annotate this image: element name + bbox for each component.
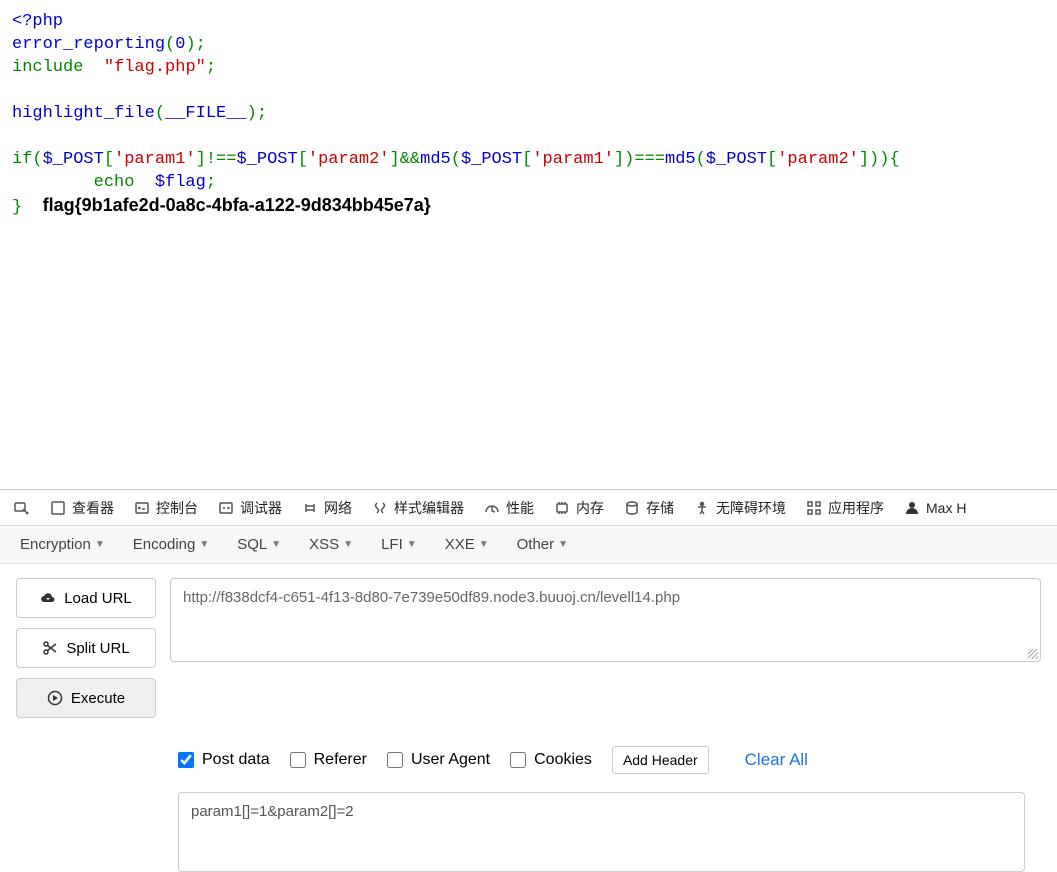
cloud-download-icon [40,590,56,606]
dd-encoding[interactable]: Encoding▼ [133,536,209,553]
chevron-down-icon: ▼ [271,539,281,550]
chevron-down-icon: ▼ [343,539,353,550]
tab-accessibility[interactable]: 无障碍环境 [686,494,794,522]
tab-application[interactable]: 应用程序 [798,494,892,522]
php-source: <?php error_reporting(0); include "flag.… [0,0,1057,229]
referer-checkbox[interactable]: Referer [290,751,367,769]
postdata-checkbox[interactable]: Post data [178,751,270,769]
dd-encryption[interactable]: Encryption▼ [20,536,105,553]
tab-storage[interactable]: 存储 [616,494,682,522]
dd-xss[interactable]: XSS▼ [309,536,353,553]
chevron-down-icon: ▼ [558,539,568,550]
tab-console[interactable]: 控制台 [126,494,206,522]
devtools-tabbar: 查看器 控制台 调试器 网络 样式编辑器 性能 内存 存储 无障碍环境 应用程序… [0,490,1057,526]
load-url-button[interactable]: Load URL [16,578,156,618]
tab-debugger[interactable]: 调试器 [210,494,290,522]
dd-other[interactable]: Other▼ [517,536,568,553]
split-url-button[interactable]: Split URL [16,628,156,668]
chevron-down-icon: ▼ [199,539,209,550]
resize-grip-icon[interactable] [1028,649,1038,659]
chevron-down-icon: ▼ [407,539,417,550]
clear-all-link[interactable]: Clear All [745,750,808,770]
postdata-input[interactable]: param1[]=1&param2[]=2 [178,792,1025,872]
tab-max[interactable]: Max H [896,496,974,520]
tab-inspector[interactable]: 查看器 [42,494,122,522]
pick-element-icon[interactable] [6,496,38,520]
devtools-panel: 查看器 控制台 调试器 网络 样式编辑器 性能 内存 存储 无障碍环境 应用程序… [0,489,1057,857]
execute-button[interactable]: Execute [16,678,156,718]
chevron-down-icon: ▼ [95,539,105,550]
chevron-down-icon: ▼ [479,539,489,550]
dd-xxe[interactable]: XXE▼ [445,536,489,553]
tab-styleeditor[interactable]: 样式编辑器 [364,494,472,522]
tab-performance[interactable]: 性能 [476,494,542,522]
flag-output: flag{9b1afe2d-0a8c-4bfa-a122-9d834bb45e7… [43,195,431,215]
dd-sql[interactable]: SQL▼ [237,536,281,553]
tab-network[interactable]: 网络 [294,494,360,522]
url-input[interactable]: http://f838dcf4-c651-4f13-8d80-7e739e50d… [170,578,1041,662]
tab-memory[interactable]: 内存 [546,494,612,522]
hackbar-tabs: Encryption▼ Encoding▼ SQL▼ XSS▼ LFI▼ XXE… [0,526,1057,564]
scissors-icon [42,640,58,656]
play-icon [47,690,63,706]
useragent-checkbox[interactable]: User Agent [387,751,490,769]
add-header-button[interactable]: Add Header [612,746,709,774]
dd-lfi[interactable]: LFI▼ [381,536,417,553]
cookies-checkbox[interactable]: Cookies [510,751,592,769]
